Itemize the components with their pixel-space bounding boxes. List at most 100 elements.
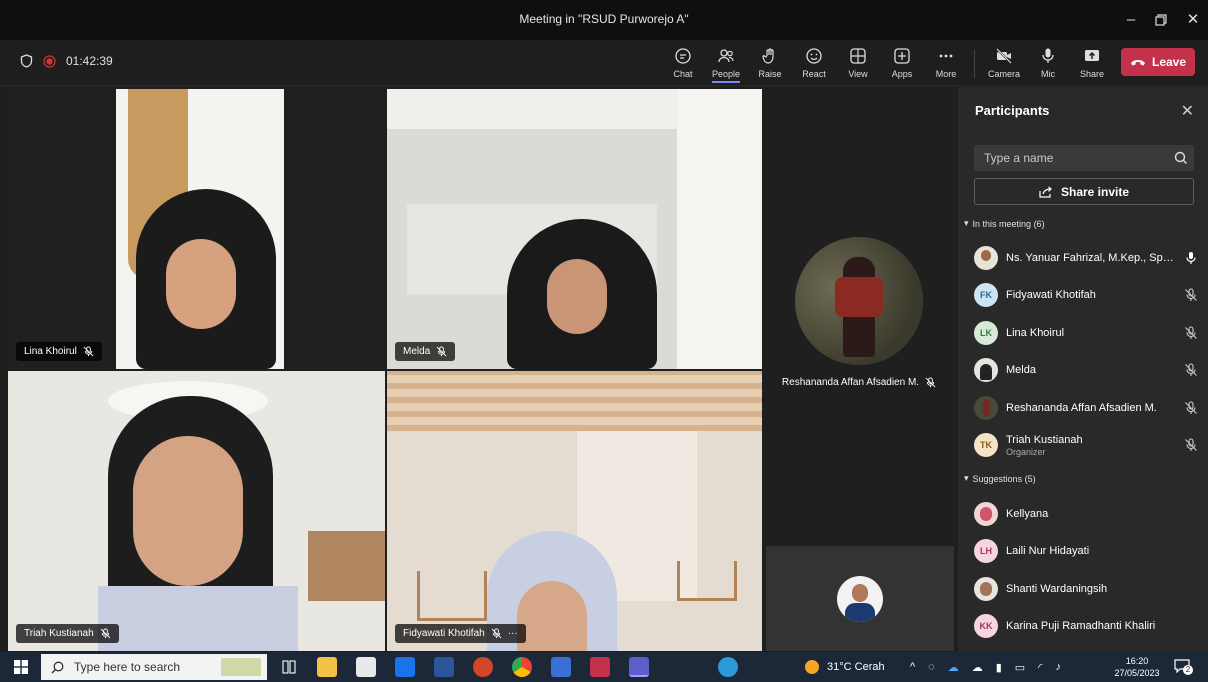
taskbar-clock[interactable]: 16:20 27/05/2023 (1110, 655, 1164, 679)
suggestion-row[interactable]: LH Laili Nur Hidayati (974, 536, 1198, 566)
participant-name-badge: Fidyawati Khotifah ··· (395, 624, 526, 643)
apps-button[interactable]: Apps (882, 44, 922, 84)
help-icon[interactable] (718, 657, 738, 677)
hang-up-icon (1130, 60, 1145, 66)
people-button[interactable]: People (706, 44, 746, 84)
mic-muted-icon (1185, 326, 1197, 339)
wifi-icon[interactable]: ◜ (1038, 661, 1042, 674)
suggestion-row[interactable]: Shanti Wardaningsih (974, 574, 1198, 604)
camera-button[interactable]: Camera (984, 44, 1024, 84)
restore-button[interactable] (1146, 8, 1176, 32)
windows-start-icon[interactable] (14, 660, 28, 674)
store-icon[interactable] (356, 657, 376, 677)
search-highlight-image (221, 658, 261, 676)
participant-name-label: Reshananda Affan Afsadien M. (764, 377, 954, 388)
self-view-tile[interactable] (766, 546, 954, 651)
search-participants-input[interactable] (974, 145, 1194, 171)
caret-down-icon: ▾ (964, 218, 969, 228)
video-tile-fidyawati[interactable]: Fidyawati Khotifah ··· (387, 371, 762, 651)
notification-center-icon[interactable]: 2 (1174, 659, 1193, 675)
close-window-button[interactable]: ✕ (1178, 8, 1208, 32)
video-tile-melda[interactable]: Melda (387, 89, 762, 369)
close-panel-button[interactable]: ✕ (1181, 101, 1194, 121)
avatar (974, 358, 998, 382)
app-icon[interactable] (551, 657, 571, 677)
video-tile-triah[interactable]: Triah Kustianah (8, 371, 385, 651)
calendar-app-icon[interactable] (590, 657, 610, 677)
participants-panel: Participants ✕ Share invite ▾ In this me… (958, 87, 1208, 652)
system-tray: ^ ◌ ☁ ☁ ▮ ▭ ◜ ♪ (910, 652, 1061, 682)
more-button[interactable]: More (926, 44, 966, 84)
teams-meeting-window: Meeting in "RSUD Purworejo A" – ✕ 01:42:… (0, 0, 1208, 682)
toolbar-divider (974, 50, 975, 78)
view-button[interactable]: View (838, 44, 878, 84)
teams-icon[interactable] (629, 657, 649, 677)
weather-widget[interactable]: 31°C Cerah (805, 652, 885, 682)
microphone-icon[interactable]: ▮ (996, 661, 1002, 674)
participant-row[interactable]: FK Fidyawati Khotifah (974, 280, 1198, 310)
window-title: Meeting in "RSUD Purworejo A" (519, 12, 689, 26)
video-feed (116, 89, 284, 369)
participant-row[interactable]: LK Lina Khoirul (974, 318, 1198, 348)
shield-icon (20, 54, 33, 68)
tile-more-options[interactable]: ··· (508, 628, 518, 639)
recording-indicator: 01:42:39 (20, 54, 113, 68)
react-button[interactable]: React (794, 44, 834, 84)
avatar (837, 576, 883, 622)
share-button[interactable]: Share (1072, 44, 1112, 84)
video-tile-lina[interactable]: Lina Khoirul (8, 89, 385, 369)
participant-row[interactable]: Melda (974, 355, 1198, 385)
battery-icon[interactable]: ▭ (1015, 661, 1025, 674)
onedrive-icon[interactable]: ☁ (972, 661, 983, 674)
suggestion-row[interactable]: KK Karina Puji Ramadhanti Khaliri (974, 611, 1198, 641)
avatar (795, 237, 923, 365)
participant-row[interactable]: TK Triah Kustianah Organizer (974, 430, 1198, 460)
word-icon[interactable] (434, 657, 454, 677)
mic-button[interactable]: Mic (1028, 44, 1068, 84)
search-icon (1174, 151, 1188, 165)
tray-app-icon[interactable]: ◌ (928, 661, 935, 673)
camera-off-icon (996, 48, 1012, 64)
chat-button[interactable]: Chat (663, 44, 703, 84)
taskbar-search[interactable]: Type here to search (41, 654, 267, 680)
mic-muted-icon (1185, 401, 1197, 414)
avatar: FK (974, 283, 998, 307)
microphone-icon (1186, 252, 1196, 264)
chrome-icon[interactable] (512, 657, 532, 677)
avatar (974, 577, 998, 601)
windows-taskbar: Type here to search 31°C Cerah ^ ◌ ☁ ☁ ▮… (0, 652, 1208, 682)
avatar (974, 396, 998, 420)
leave-button[interactable]: Leave (1121, 48, 1195, 76)
share-invite-button[interactable]: Share invite (974, 178, 1194, 205)
volume-icon[interactable]: ♪ (1055, 661, 1061, 673)
video-tile-reshananda[interactable]: Reshananda Affan Afsadien M. (764, 89, 954, 544)
notification-count-badge: 2 (1183, 665, 1193, 675)
in-meeting-section-header[interactable]: ▾ In this meeting (6) (964, 218, 1045, 229)
mic-muted-icon (436, 346, 447, 357)
cloud-icon[interactable]: ☁ (948, 661, 959, 674)
avatar (974, 502, 998, 526)
suggestions-section-header[interactable]: ▾ Suggestions (5) (964, 473, 1036, 484)
mail-icon[interactable] (395, 657, 415, 677)
grid-icon (850, 48, 866, 64)
participant-row[interactable]: Reshananda Affan Afsadien M. (974, 393, 1198, 423)
avatar: LH (974, 539, 998, 563)
task-view-icon[interactable] (282, 660, 296, 674)
minimize-button[interactable]: – (1116, 8, 1146, 32)
participant-name-badge: Melda (395, 342, 456, 361)
mic-muted-icon (83, 346, 94, 357)
file-explorer-icon[interactable] (317, 657, 337, 677)
powerpoint-icon[interactable] (473, 657, 493, 677)
microphone-icon (1042, 48, 1054, 63)
participant-row[interactable]: Ns. Yanuar Fahrizal, M.Kep., Sp.K... (974, 243, 1198, 273)
mic-muted-icon (491, 628, 502, 639)
mic-muted-icon (1185, 438, 1197, 451)
mic-muted-icon (1185, 288, 1197, 301)
participant-role: Organizer (1006, 446, 1046, 457)
chevron-up-icon[interactable]: ^ (910, 661, 915, 673)
suggestion-row[interactable]: Kellyana (974, 499, 1198, 529)
mic-muted-icon (100, 628, 111, 639)
record-icon (43, 54, 56, 68)
share-icon (1039, 186, 1052, 198)
raise-hand-button[interactable]: Raise (750, 44, 790, 84)
